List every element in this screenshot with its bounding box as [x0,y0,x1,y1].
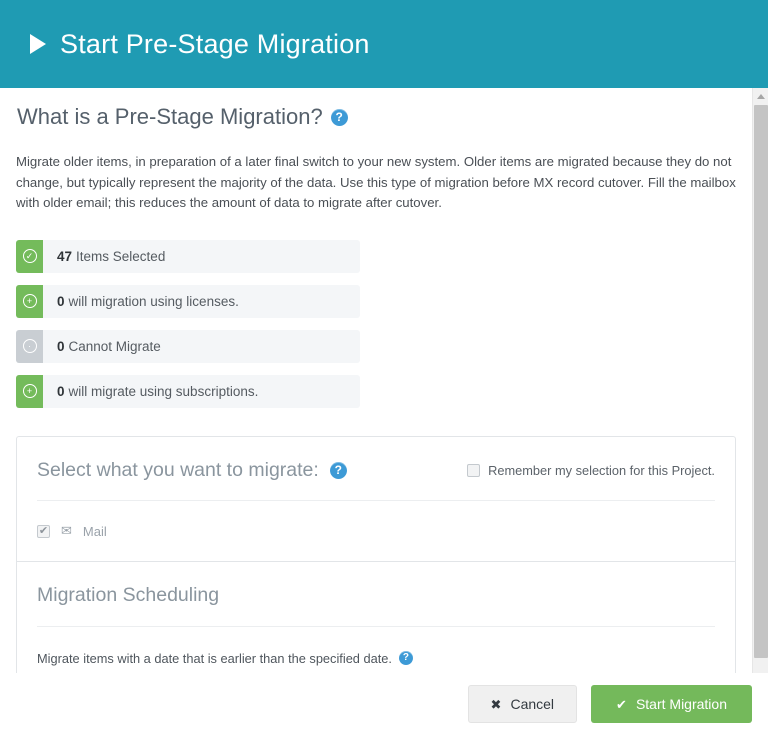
dialog-header: Start Pre-Stage Migration [0,0,768,88]
close-x-icon: ✖ [490,696,502,712]
intro-heading-text: What is a Pre-Stage Migration? [17,104,323,129]
stat-badge: · [16,329,43,363]
stat-text: 0 will migrate using subscriptions. [43,375,258,408]
triangle-up-icon [757,94,765,99]
stat-text: 47 Items Selected [43,240,165,273]
dialog-footer: ✖ Cancel ✔ Start Migration [0,673,768,735]
select-migrate-header: Select what you want to migrate: ? Remem… [37,459,715,502]
remember-selection-label: Remember my selection for this Project. [488,462,715,478]
stat-badge: ✓ [16,239,43,273]
stat-count: 0 [57,293,65,309]
select-migrate-section: Select what you want to migrate: ? Remem… [17,437,735,561]
section-title-text: Select what you want to migrate: [37,458,319,481]
check-circle-icon: ✓ [22,249,37,264]
check-icon: ✔ [616,696,627,712]
help-circle-icon[interactable]: ? [330,108,348,126]
stat-licenses: + 0 will migration using licenses. [16,284,360,318]
cancel-button[interactable]: ✖ Cancel [467,685,578,723]
stat-text: 0 will migration using licenses. [43,285,239,318]
start-migration-button[interactable]: ✔ Start Migration [591,685,752,723]
stat-badge: + [16,284,43,318]
cancel-button-label: Cancel [510,696,555,712]
play-triangle-icon [30,34,46,54]
migration-dialog: Start Pre-Stage Migration What is a Pre-… [0,0,768,735]
stat-cannot-migrate: · 0 Cannot Migrate [16,329,360,363]
stat-label: will migration using licenses. [68,293,239,309]
remember-selection-checkbox[interactable] [467,463,481,477]
intro-heading: What is a Pre-Stage Migration? ? [17,104,736,130]
dialog-body: What is a Pre-Stage Migration? ? Migrate… [0,88,768,735]
stat-label: will migrate using subscriptions. [68,383,259,399]
page-title: Start Pre-Stage Migration [60,28,370,59]
date-field-label-text: Migrate items with a date that is earlie… [37,650,392,666]
plus-circle-icon: + [22,384,37,399]
stat-subscriptions: + 0 will migrate using subscriptions. [16,374,360,408]
migrate-item-mail[interactable]: ✉ Mail [37,501,715,543]
scrollbar-thumb[interactable] [754,105,768,658]
scroll-up-arrow-icon[interactable] [753,88,768,105]
mail-checkbox[interactable] [37,524,50,538]
stat-badge: + [16,374,43,408]
stat-count: 0 [57,338,65,354]
stat-count: 0 [57,383,65,399]
stat-label: Items Selected [76,248,166,264]
date-field-label: Migrate items with a date that is earlie… [37,651,715,666]
remember-selection-row[interactable]: Remember my selection for this Project. [467,463,715,478]
help-circle-icon[interactable]: ? [398,651,413,666]
stat-label: Cannot Migrate [68,338,161,354]
scroll-content: What is a Pre-Stage Migration? ? Migrate… [0,88,752,735]
stat-count: 47 [57,248,73,264]
envelope-icon: ✉ [61,523,72,539]
stat-text: 0 Cannot Migrate [43,330,161,363]
section-title: Select what you want to migrate: ? [37,459,347,482]
intro-paragraph: Migrate older items, in preparation of a… [16,154,736,211]
start-migration-button-label: Start Migration [635,696,727,712]
plus-circle-icon: + [22,294,37,309]
vertical-scrollbar[interactable] [752,88,768,683]
stat-items-selected: ✓ 47 Items Selected [16,239,360,273]
mail-label: Mail [82,523,107,539]
stats-grid: ✓ 47 Items Selected + 0 will migration u… [16,239,736,408]
help-circle-icon[interactable]: ? [329,461,347,479]
scheduling-title: Migration Scheduling [37,584,715,627]
dot-circle-icon: · [22,339,37,354]
